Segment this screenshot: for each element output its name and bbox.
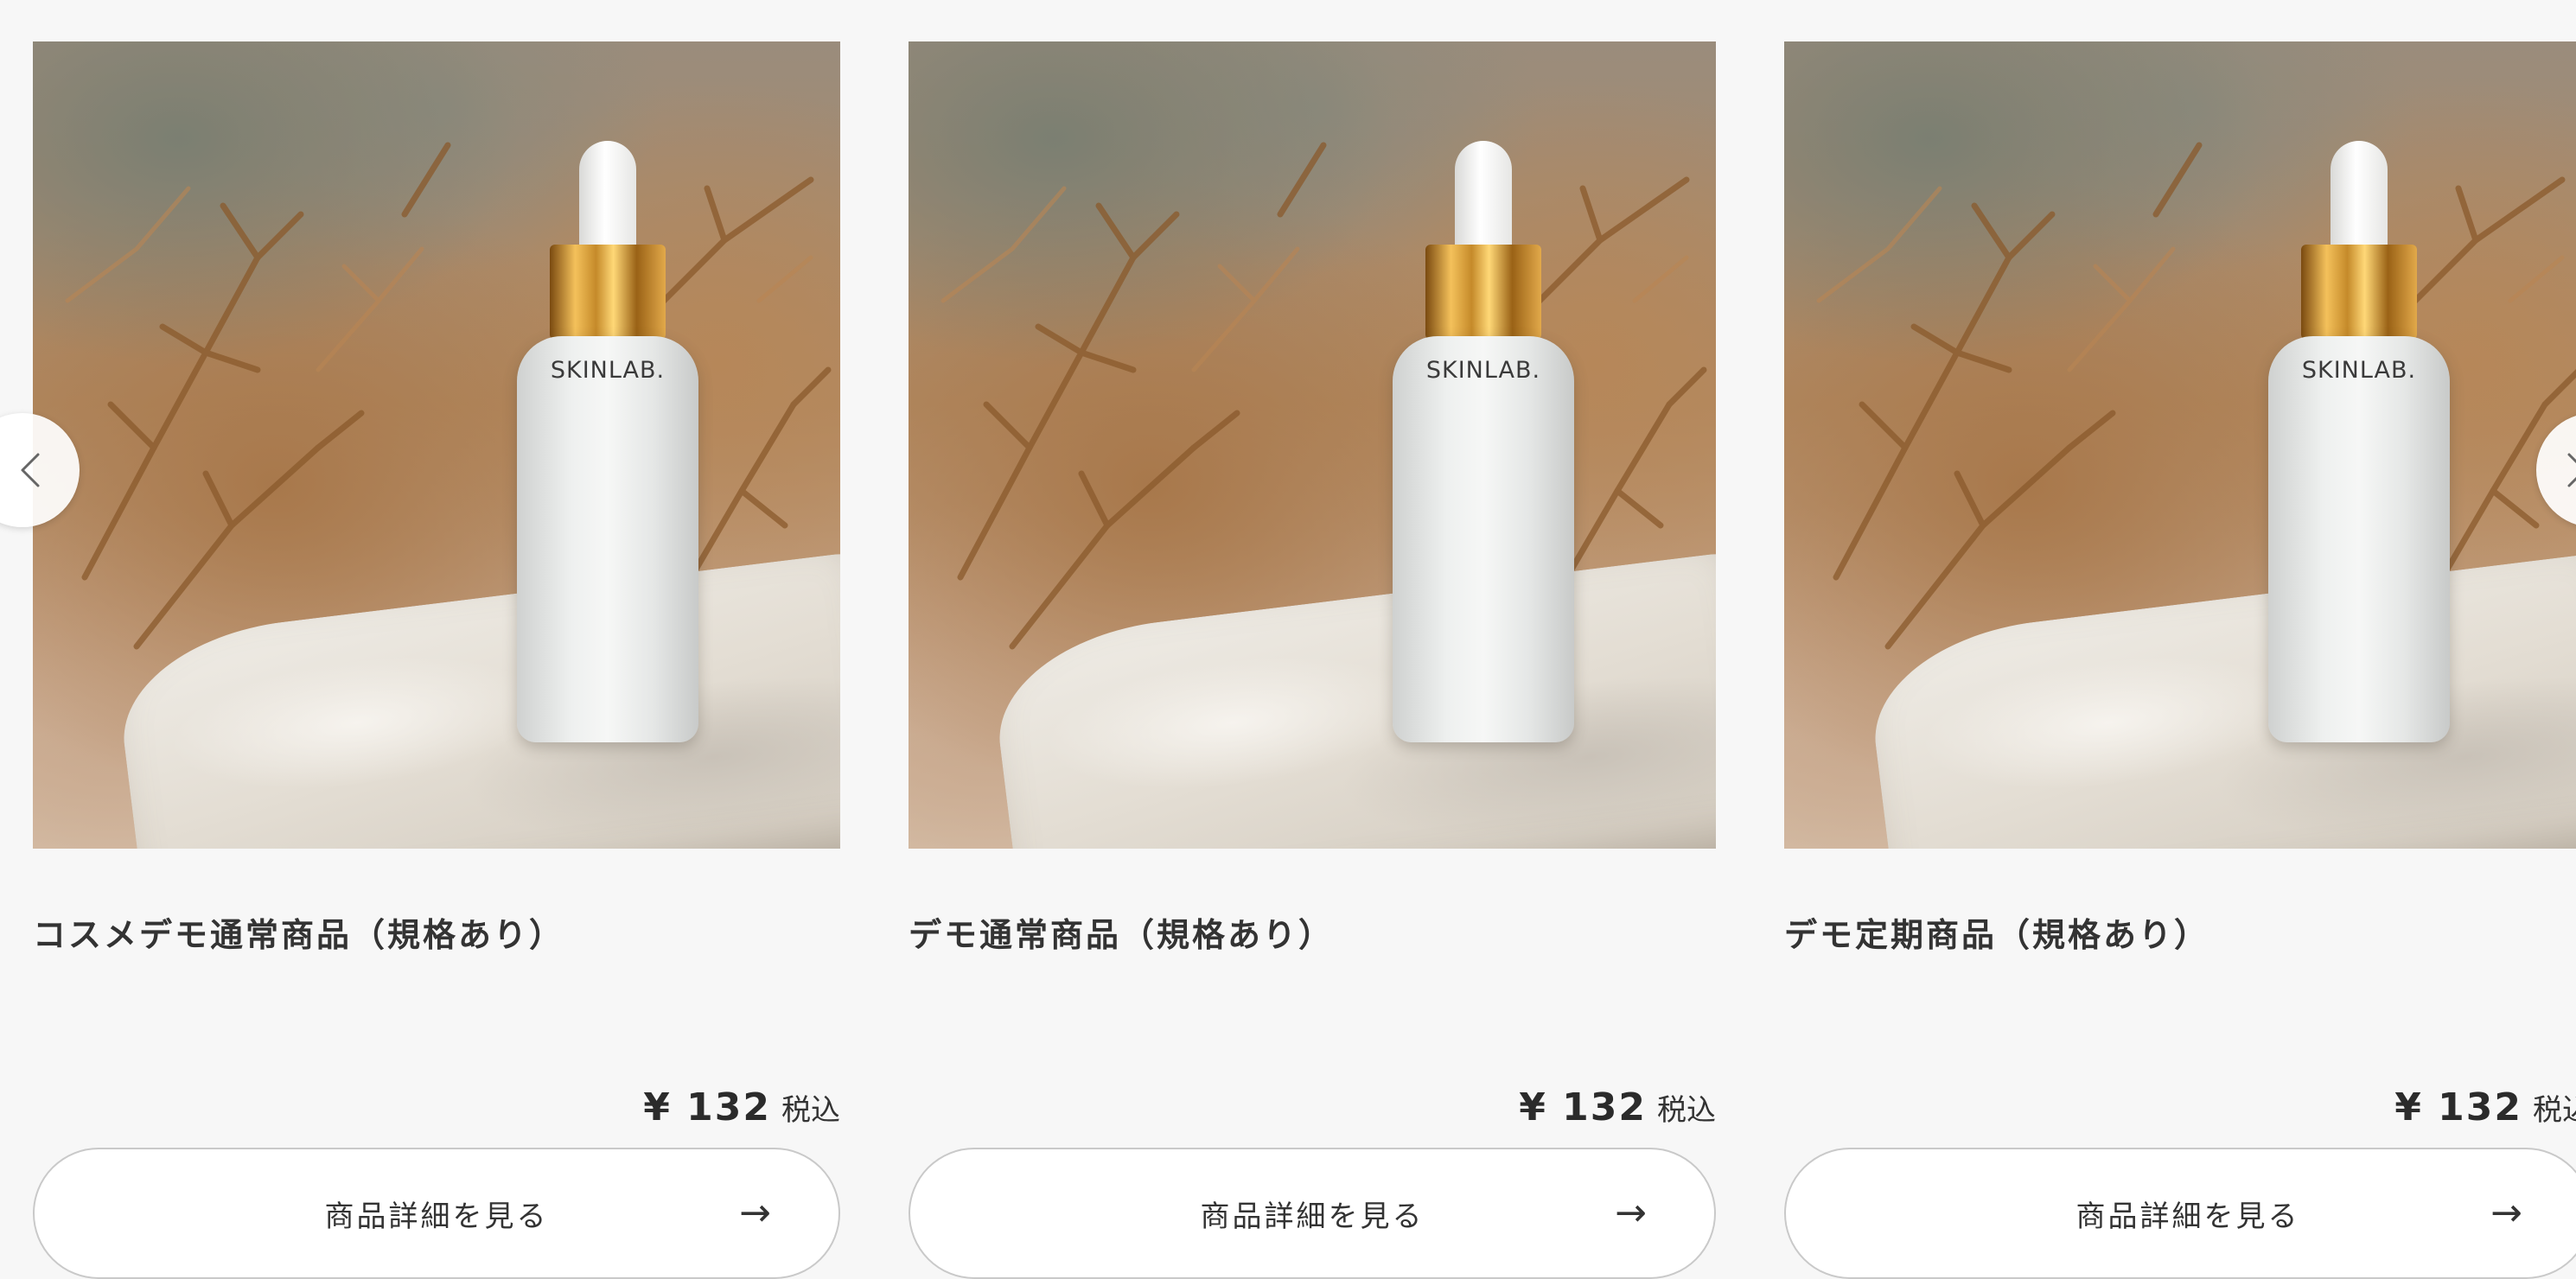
arrow-right-icon: → bbox=[2490, 1191, 2522, 1235]
view-details-button[interactable]: 商品詳細を見る → bbox=[33, 1148, 840, 1279]
bottle-body bbox=[517, 336, 698, 742]
arrow-right-icon: → bbox=[1615, 1191, 1647, 1235]
view-details-button[interactable]: 商品詳細を見る → bbox=[1784, 1148, 2576, 1279]
chevron-right-icon bbox=[2567, 453, 2576, 487]
price-amount: ¥ 132 bbox=[2394, 1085, 2522, 1129]
arrow-right-icon: → bbox=[739, 1191, 771, 1235]
bottle-brand-label: SKINLAB. bbox=[1425, 357, 1541, 384]
view-details-button[interactable]: 商品詳細を見る → bbox=[909, 1148, 1716, 1279]
serum-bottle: SKINLAB. bbox=[2268, 141, 2450, 746]
price-tax-label: 税込 bbox=[2533, 1093, 2576, 1128]
product-title[interactable]: コスメデモ通常商品（規格あり） bbox=[33, 908, 840, 956]
gold-collar bbox=[2301, 245, 2417, 340]
product-title[interactable]: デモ通常商品（規格あり） bbox=[909, 908, 1716, 956]
dropper-bulb bbox=[2331, 141, 2388, 253]
product-card: SKINLAB. コスメデモ通常商品（規格あり） ¥ 132 税込 商品詳細を見… bbox=[33, 41, 840, 1279]
price-tax-label: 税込 bbox=[781, 1093, 840, 1128]
serum-bottle: SKINLAB. bbox=[517, 141, 698, 746]
product-carousel: SKINLAB. コスメデモ通常商品（規格あり） ¥ 132 税込 商品詳細を見… bbox=[0, 0, 2576, 1279]
bottle-body bbox=[1393, 336, 1574, 742]
product-price: ¥ 132 税込 bbox=[2394, 1085, 2576, 1129]
product-price: ¥ 132 税込 bbox=[1519, 1085, 1716, 1129]
bottle-brand-label: SKINLAB. bbox=[550, 357, 666, 384]
product-image[interactable]: SKINLAB. bbox=[33, 41, 840, 849]
gold-collar bbox=[550, 245, 666, 340]
product-card: SKINLAB. デモ定期商品（規格あり） ¥ 132 税込 商品詳細を見る → bbox=[1784, 41, 2576, 1279]
chevron-left-icon bbox=[21, 453, 40, 487]
dropper-bulb bbox=[1455, 141, 1512, 253]
bottle-body bbox=[2268, 336, 2450, 742]
product-price: ¥ 132 税込 bbox=[643, 1085, 840, 1129]
serum-bottle: SKINLAB. bbox=[1393, 141, 1574, 746]
product-image[interactable]: SKINLAB. bbox=[1784, 41, 2576, 849]
view-details-label: 商品詳細を見る bbox=[2075, 1199, 2300, 1234]
price-tax-label: 税込 bbox=[1657, 1093, 1716, 1128]
dropper-bulb bbox=[579, 141, 636, 253]
price-amount: ¥ 132 bbox=[643, 1085, 771, 1129]
bottle-brand-label: SKINLAB. bbox=[2301, 357, 2417, 384]
view-details-label: 商品詳細を見る bbox=[324, 1199, 549, 1234]
view-details-label: 商品詳細を見る bbox=[1200, 1199, 1425, 1234]
product-card: SKINLAB. デモ通常商品（規格あり） ¥ 132 税込 商品詳細を見る → bbox=[909, 41, 1716, 1279]
product-title[interactable]: デモ定期商品（規格あり） bbox=[1784, 908, 2576, 956]
gold-collar bbox=[1425, 245, 1541, 340]
product-image[interactable]: SKINLAB. bbox=[909, 41, 1716, 849]
price-amount: ¥ 132 bbox=[1519, 1085, 1647, 1129]
